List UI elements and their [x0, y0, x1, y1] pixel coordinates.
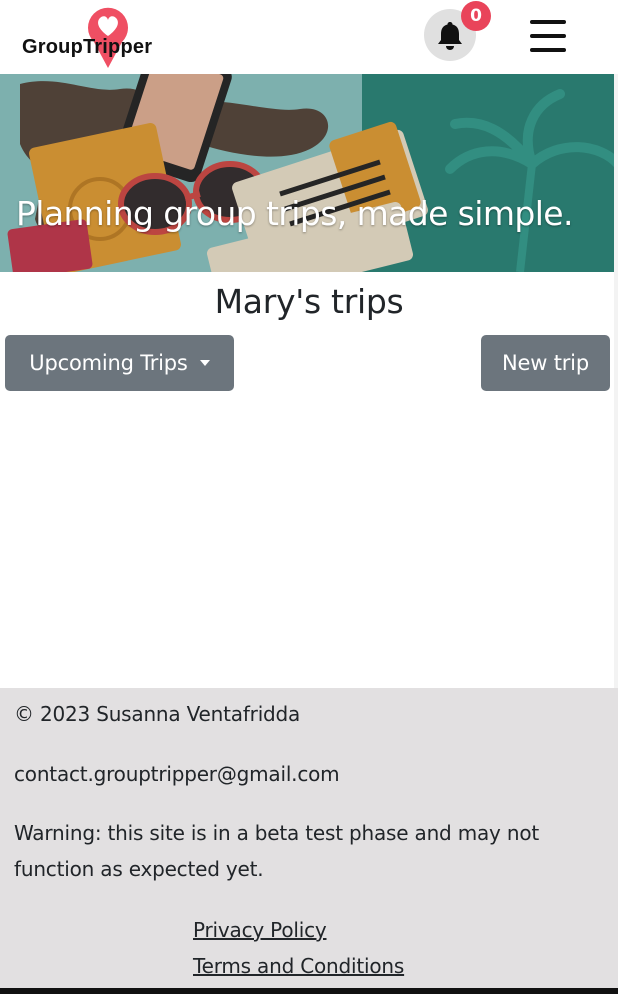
privacy-policy-link[interactable]: Privacy Policy — [193, 918, 327, 942]
hamburger-menu-button[interactable] — [526, 14, 570, 58]
brand-logo[interactable]: GroupTripper — [20, 0, 160, 72]
navbar: GroupTripper 0 — [0, 0, 618, 74]
page-title: Mary's trips — [214, 282, 404, 321]
footer-beta-warning: Warning: this site is in a beta test pha… — [14, 821, 539, 881]
caret-down-icon — [199, 360, 210, 366]
hamburger-menu-icon — [530, 20, 566, 24]
upcoming-trips-dropdown-button[interactable]: Upcoming Trips — [5, 335, 234, 391]
hero-tagline: Planning group trips, made simple. — [16, 194, 574, 233]
notification-count-badge: 0 — [461, 1, 491, 31]
footer-contact-email: contact.grouptripper@gmail.com — [14, 762, 340, 786]
brand-name: GroupTripper — [22, 36, 153, 58]
new-trip-button[interactable]: New trip — [481, 335, 610, 391]
terms-and-conditions-link[interactable]: Terms and Conditions — [193, 954, 404, 978]
hamburger-menu-icon — [530, 48, 566, 52]
hamburger-menu-icon — [530, 34, 566, 38]
hero-overlay — [0, 74, 618, 272]
upcoming-trips-label: Upcoming Trips — [29, 351, 188, 375]
hero-banner: Planning group trips, made simple. — [0, 74, 618, 272]
bell-icon — [438, 22, 462, 50]
bottom-edge-bar — [0, 988, 618, 994]
footer-copyright: © 2023 Susanna Ventafridda — [14, 702, 301, 726]
footer: © 2023 Susanna Ventafridda contact.group… — [0, 688, 618, 988]
